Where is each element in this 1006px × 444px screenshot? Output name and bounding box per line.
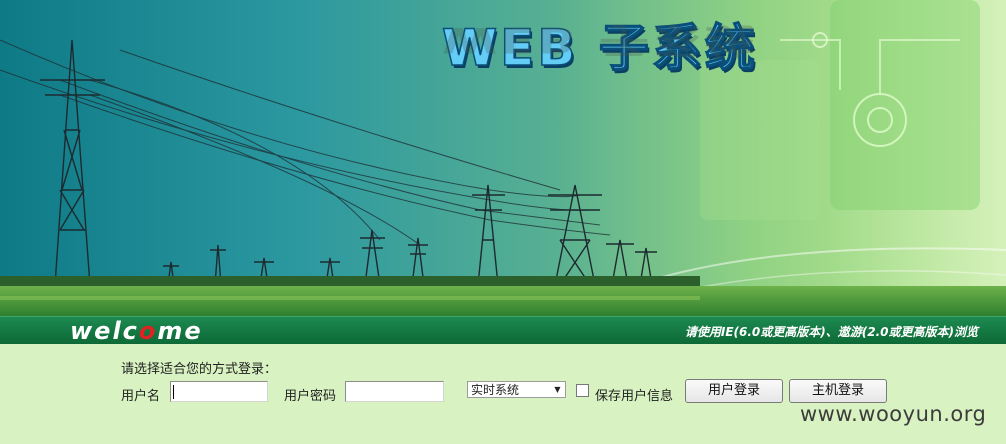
- subsystem-title: WEB 子系统 WEB 子系统: [441, 8, 802, 78]
- save-user-info-label[interactable]: 保存用户信息: [595, 385, 673, 404]
- header-banner: WEB 子系统 WEB 子系统: [0, 0, 1006, 316]
- user-login-button[interactable]: 用户登录: [685, 379, 783, 403]
- welcome-strip: welcome 请使用IE(6.0或更高版本)、遨游(2.0或更高版本)浏览: [0, 316, 1006, 345]
- title-reflection: WEB 子系统: [442, 19, 758, 61]
- welcome-text: welcome: [70, 317, 203, 345]
- chevron-down-icon: ▼: [554, 385, 561, 394]
- username-input[interactable]: [170, 381, 268, 402]
- save-user-info-checkbox[interactable]: [576, 384, 589, 397]
- login-mode-select[interactable]: 实时系统 ▼: [467, 381, 566, 398]
- password-label: 用户密码: [284, 389, 337, 404]
- login-mode-value: 实时系统: [471, 383, 520, 397]
- host-login-button[interactable]: 主机登录: [789, 379, 887, 403]
- text-caret: [173, 385, 174, 399]
- browser-requirement-note: 请使用IE(6.0或更高版本)、遨游(2.0或更高版本)浏览: [684, 325, 978, 339]
- password-input[interactable]: [345, 381, 444, 402]
- watermark-text: www.wooyun.org: [800, 402, 987, 426]
- login-form: 请选择适合您的方式登录： 用户名 用户密码 实时系统 ▼ 保存用户信息 用户登录…: [0, 344, 1006, 444]
- username-label: 用户名: [121, 389, 161, 404]
- welcome-suffix: me: [157, 317, 203, 345]
- welcome-red-letter: o: [138, 317, 158, 345]
- login-prompt: 请选择适合您的方式登录：: [121, 362, 278, 377]
- welcome-prefix: welc: [70, 317, 139, 345]
